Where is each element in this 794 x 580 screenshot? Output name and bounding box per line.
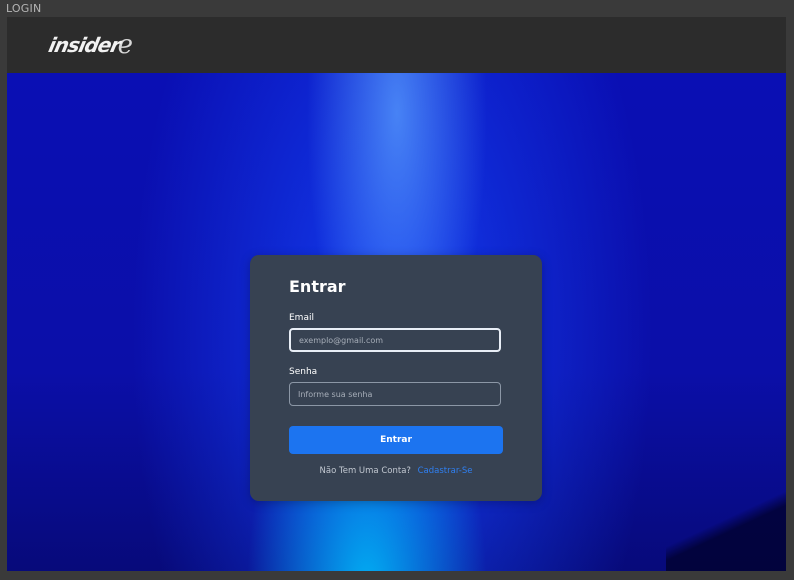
app-frame: insider e Entrar Email Senha Entrar Não … bbox=[7, 17, 786, 571]
login-submit-button[interactable]: Entrar bbox=[289, 426, 503, 454]
hero-corner-shade bbox=[666, 481, 786, 571]
window-title: LOGIN bbox=[6, 2, 42, 15]
password-field[interactable] bbox=[289, 382, 501, 406]
no-account-text: Não Tem Uma Conta? bbox=[319, 466, 411, 476]
password-label: Senha bbox=[289, 367, 318, 377]
login-card: Entrar Email Senha Entrar Não Tem Uma Co… bbox=[250, 255, 542, 501]
signup-prompt: Não Tem Uma Conta? Cadastrar-Se bbox=[250, 466, 542, 476]
email-label: Email bbox=[289, 313, 314, 323]
email-field[interactable] bbox=[289, 328, 501, 352]
login-title: Entrar bbox=[289, 277, 346, 296]
signup-link[interactable]: Cadastrar-Se bbox=[418, 466, 473, 476]
brand-logo[interactable]: insider e bbox=[46, 31, 133, 59]
hero-background: Entrar Email Senha Entrar Não Tem Uma Co… bbox=[7, 73, 786, 571]
logo-wordmark: insider bbox=[46, 33, 123, 57]
top-navbar: insider e bbox=[7, 17, 786, 73]
